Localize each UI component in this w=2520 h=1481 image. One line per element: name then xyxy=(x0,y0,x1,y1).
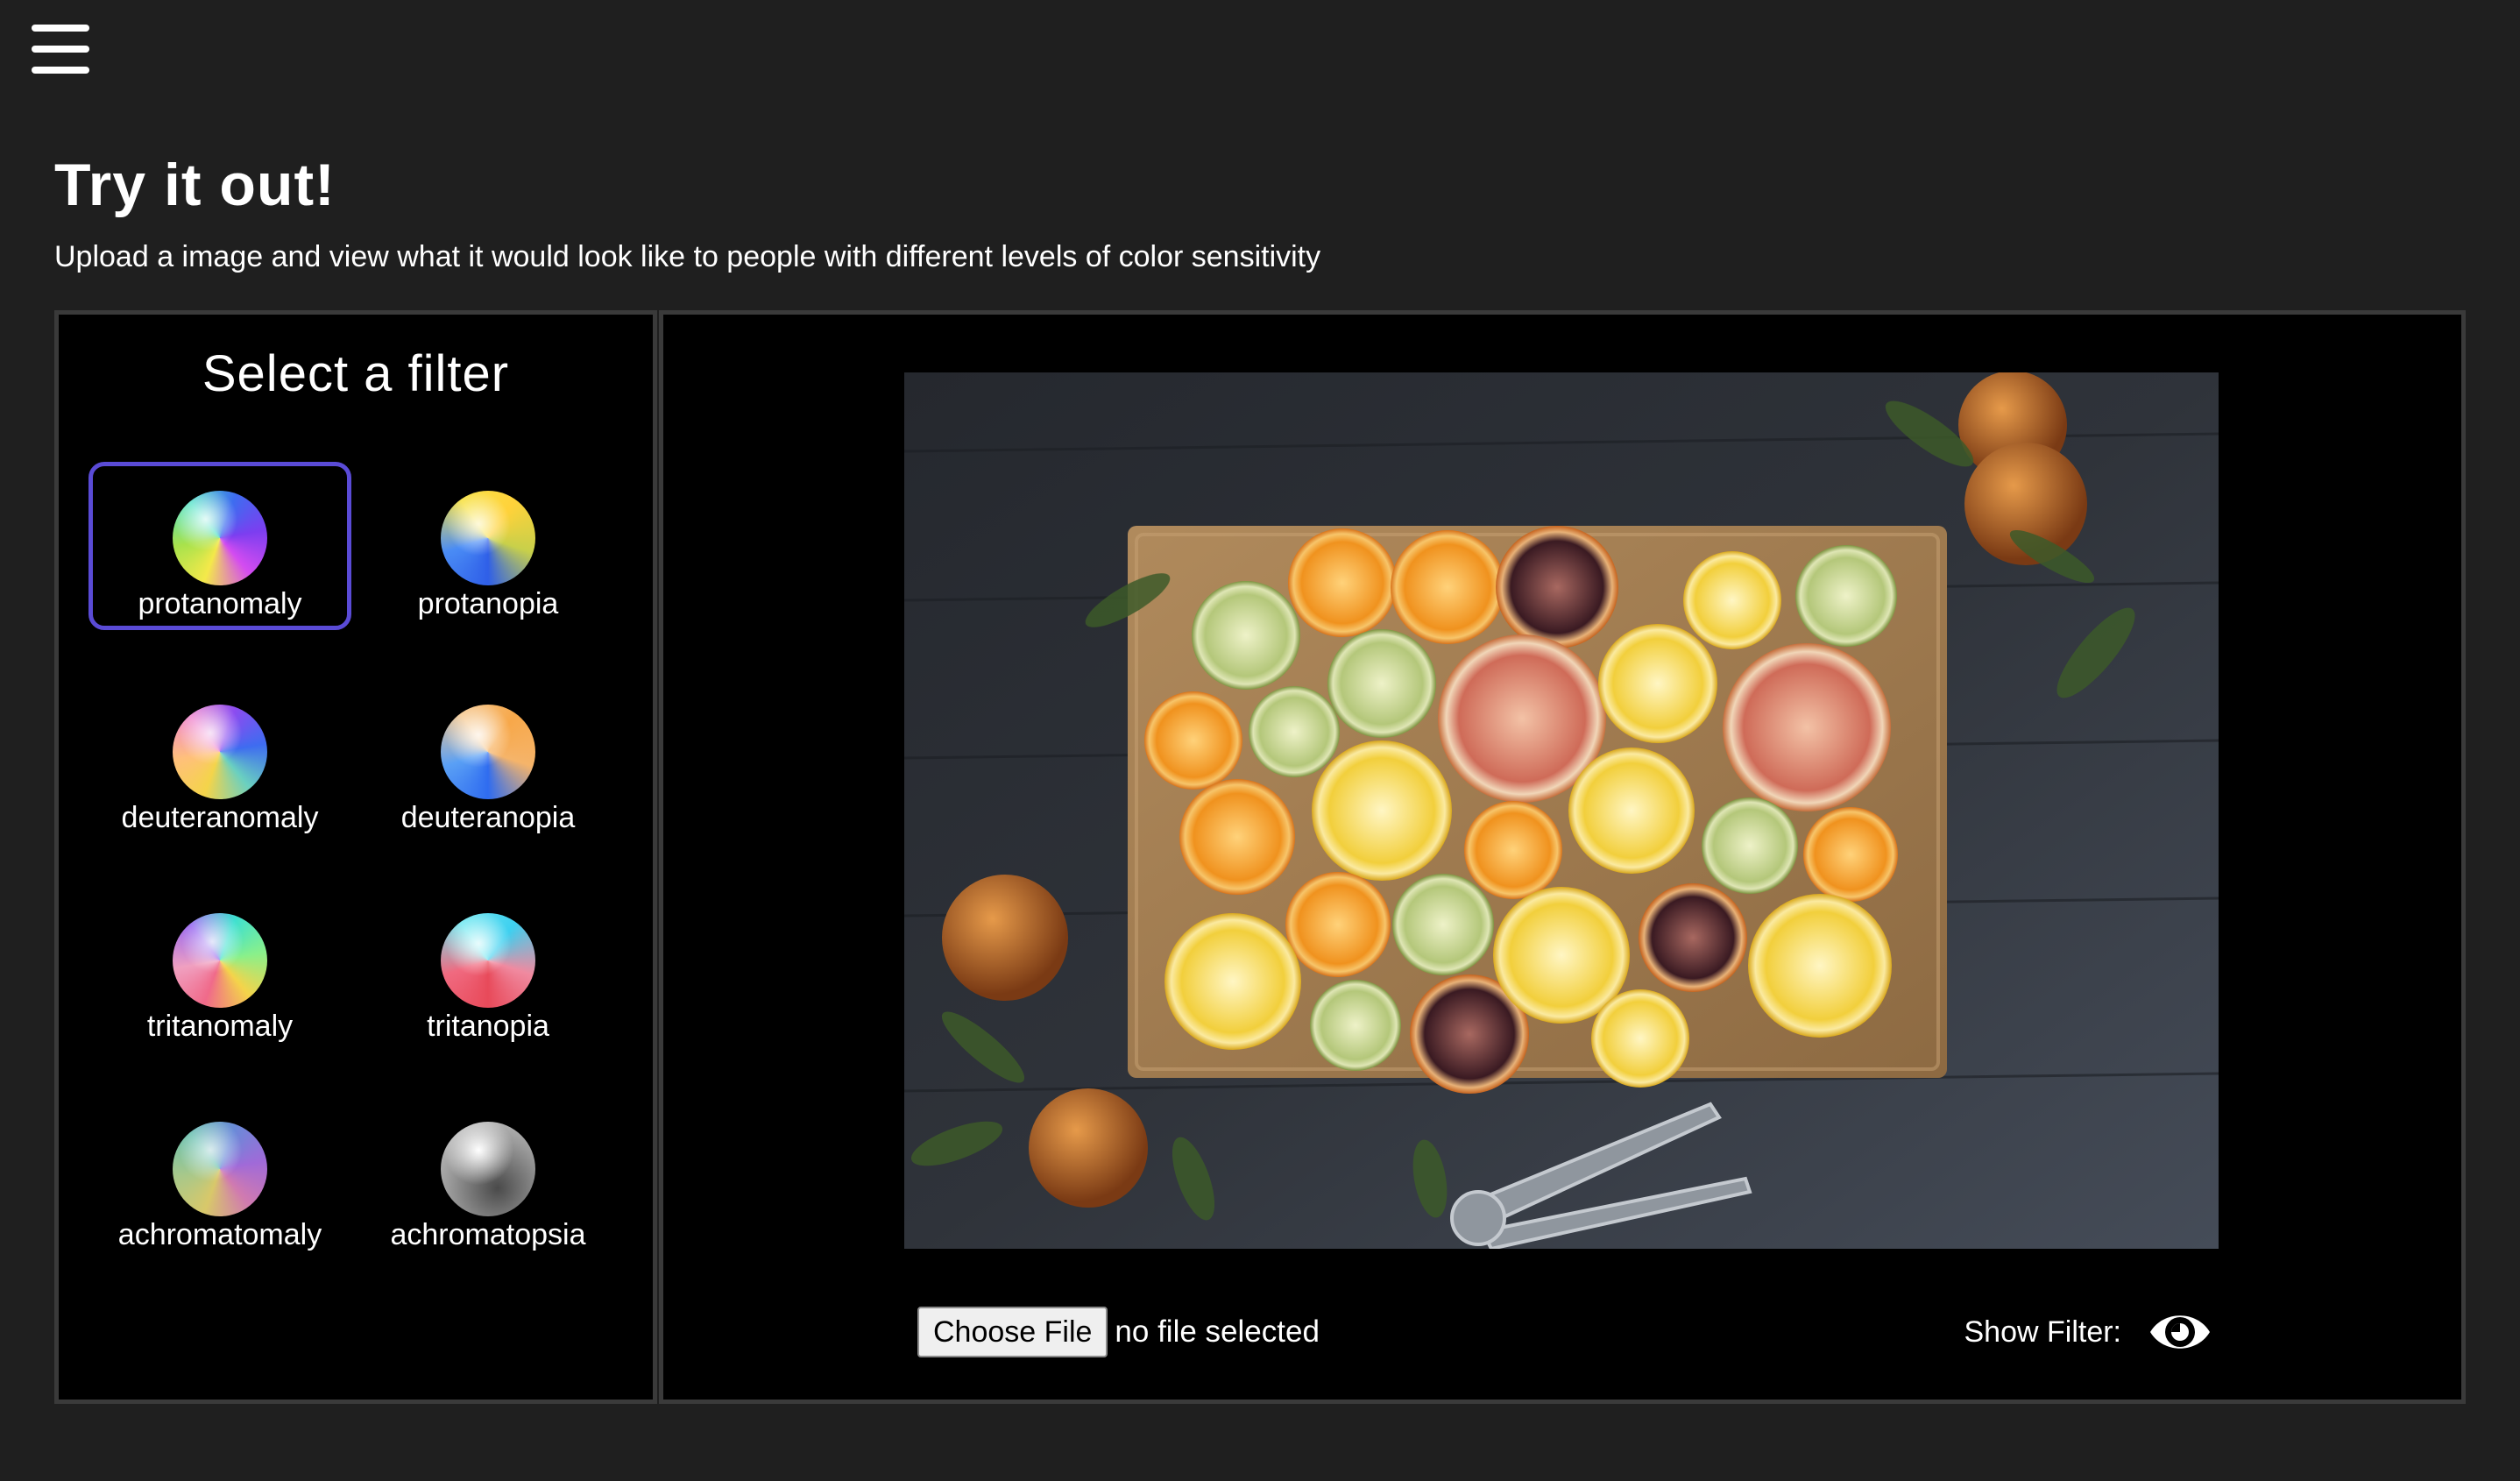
hamburger-bar xyxy=(32,46,89,53)
protanopia-color-orb-icon xyxy=(441,491,535,585)
hamburger-menu-icon[interactable] xyxy=(32,23,89,75)
preview-image xyxy=(904,372,2219,1249)
filter-label: protanomaly xyxy=(138,587,302,620)
filter-label: deuteranomaly xyxy=(121,801,319,834)
page-title: Try it out! xyxy=(54,152,336,218)
filter-label: protanopia xyxy=(417,587,559,620)
achromatomaly-color-orb-icon xyxy=(173,1122,267,1216)
filter-label: achromatopsia xyxy=(390,1218,586,1251)
filter-option-protanomaly[interactable]: protanomaly xyxy=(88,462,351,630)
filter-option-deuteranomaly[interactable]: deuteranomaly xyxy=(88,676,351,844)
choose-file-button[interactable]: Choose File xyxy=(917,1307,1108,1357)
show-filter-label: Show Filter: xyxy=(1964,1314,2122,1349)
citrus-photo-illustration xyxy=(904,372,2219,1249)
achromatopsia-color-orb-icon xyxy=(441,1122,535,1216)
hamburger-bar xyxy=(32,67,89,74)
filter-option-protanopia[interactable]: protanopia xyxy=(357,462,619,630)
file-upload-row: Choose File no file selected xyxy=(917,1307,1320,1357)
protanomaly-color-orb-icon xyxy=(173,491,267,585)
image-viewer-panel: Choose File no file selected Show Filter… xyxy=(659,310,2466,1404)
hamburger-bar xyxy=(32,25,89,32)
tritanomaly-color-orb-icon xyxy=(173,913,267,1008)
filter-option-tritanopia[interactable]: tritanopia xyxy=(357,884,619,1052)
tritanopia-color-orb-icon xyxy=(441,913,535,1008)
show-filter-control: Show Filter: xyxy=(1964,1303,2213,1361)
page-subtitle: Upload a image and view what it would lo… xyxy=(54,240,1321,273)
filter-panel-heading: Select a filter xyxy=(202,345,510,402)
filter-panel: Select a filter protanomaly protanopia d… xyxy=(54,310,657,1404)
file-status-text: no file selected xyxy=(1115,1314,1320,1349)
filter-label: tritanomaly xyxy=(146,1010,294,1043)
filter-label: deuteranopia xyxy=(400,801,576,834)
filter-label: tritanopia xyxy=(427,1010,549,1043)
eye-icon[interactable] xyxy=(2148,1303,2212,1361)
filter-option-tritanomaly[interactable]: tritanomaly xyxy=(88,884,351,1052)
filter-option-deuteranopia[interactable]: deuteranopia xyxy=(357,676,619,844)
filter-option-achromatomaly[interactable]: achromatomaly xyxy=(88,1093,351,1261)
deuteranopia-color-orb-icon xyxy=(441,705,535,799)
filter-label: achromatomaly xyxy=(117,1218,322,1251)
deuteranomaly-color-orb-icon xyxy=(173,705,267,799)
filter-option-achromatopsia[interactable]: achromatopsia xyxy=(357,1093,619,1261)
